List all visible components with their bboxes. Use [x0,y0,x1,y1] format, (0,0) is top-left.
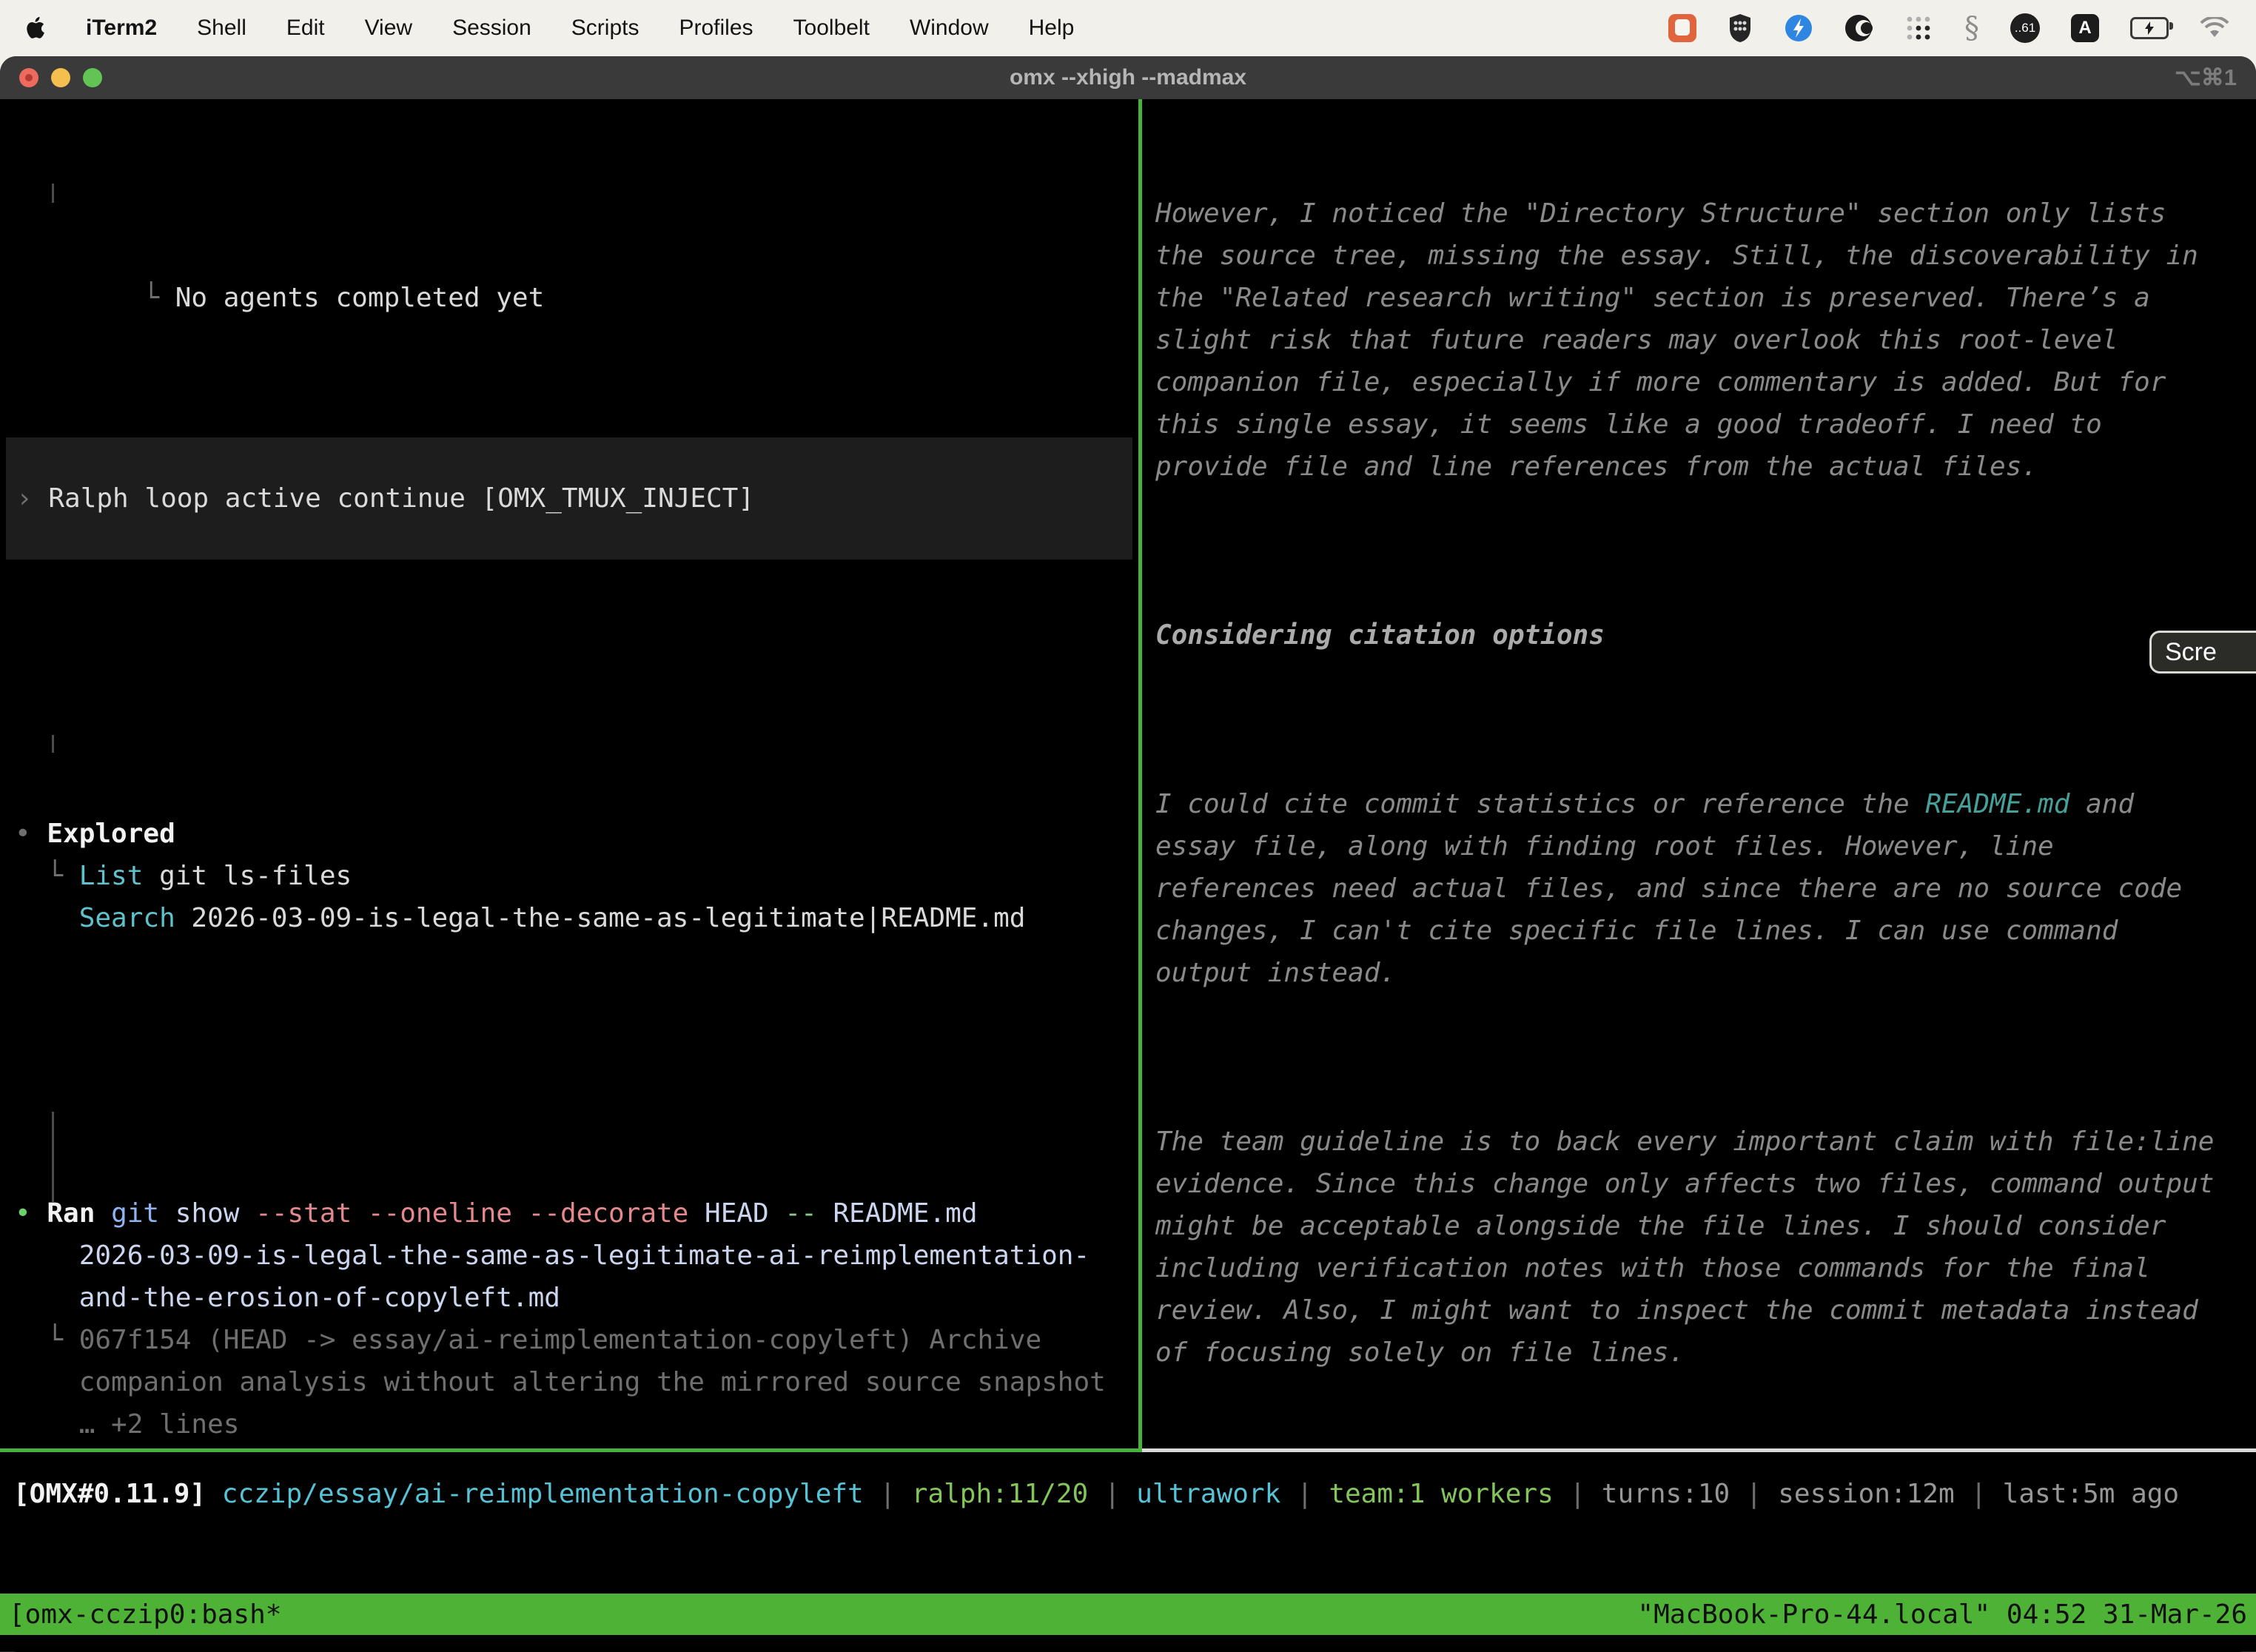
reasoning-paragraph-1: However, I noticed the "Directory Struct… [1155,192,2256,488]
omx-status-bar: [OMX#0.11.9] cczip/essay/ai-reimplementa… [0,1452,2256,1515]
git-show-command-block: • Ran git show --stat --oneline --decora… [15,1066,1138,1452]
menu-item-profiles[interactable]: Profiles [679,16,753,41]
menu-status-icons: § ..61 A [1668,13,2229,43]
reasoning-heading: Considering citation options [1155,614,2256,657]
tree-line [52,735,54,753]
menu-item-toolbelt[interactable]: Toolbelt [793,16,870,41]
reasoning-paragraph-3: The team guideline is to back every impo… [1155,1121,2256,1374]
iterm-window: omx --xhigh --madmax ⌥⌘1 └ No agents com… [0,56,2256,1652]
title-bar[interactable]: omx --xhigh --madmax ⌥⌘1 [0,56,2256,99]
tree-line [52,184,54,203]
lightning-badge-icon[interactable] [1784,13,1813,43]
tree-line [52,1112,54,1202]
window-shortcut-hint: ⌥⌘1 [2175,64,2237,91]
tmux-panes: └ No agents completed yet › Ralph loop a… [0,99,2256,1452]
input-source-icon[interactable]: A [2071,14,2099,42]
screen-overlay-chip[interactable]: Scre [2149,631,2256,674]
hook-icon[interactable]: § [1964,13,1979,43]
menu-item-help[interactable]: Help [1029,16,1075,41]
tmux-status-bar: [omx-cczip0:bash* "MacBook-Pro-44.local"… [0,1594,2256,1635]
menu-item-shell[interactable]: Shell [197,16,246,41]
explored-section: • Explored └ List git ls-files Search 20… [15,686,1138,939]
chat-bubble-icon[interactable] [1668,14,1696,42]
menu-items: iTerm2 Shell Edit View Session Scripts P… [27,16,1074,41]
window-title: omx --xhigh --madmax [0,65,2256,90]
menu-bar: iTerm2 Shell Edit View Session Scripts P… [0,0,2256,56]
ralph-loop-banner: › Ralph loop active continue [OMX_TMUX_I… [6,437,1132,560]
battery-icon[interactable] [2130,17,2169,39]
pie-circle-icon[interactable] [1844,14,1873,42]
menu-item-scripts[interactable]: Scripts [571,16,639,41]
reasoning-paragraph-2: I could cite commit statistics or refere… [1155,783,2256,994]
tmux-host-clock: "MacBook-Pro-44.local" 04:52 31-Mar-26 [1637,1594,2247,1636]
menu-item-edit[interactable]: Edit [286,16,325,41]
shield-icon[interactable] [1728,13,1753,43]
menu-item-window[interactable]: Window [910,16,989,41]
usage-badge-icon[interactable]: ..61 [2010,13,2040,43]
wifi-icon[interactable] [2200,17,2229,39]
bottom-region: [OMX#0.11.9] cczip/essay/ai-reimplementa… [0,1452,2256,1652]
agents-status-line: └ No agents completed yet [15,192,1138,319]
terminal-pane-right[interactable]: However, I noticed the "Directory Struct… [1142,99,2256,1452]
terminal-pane-left[interactable]: └ No agents completed yet › Ralph loop a… [0,99,1138,1452]
tmux-window-label[interactable]: [omx-cczip0:bash* [9,1594,281,1636]
dots-grid-icon[interactable] [1904,13,1933,43]
menu-item-session[interactable]: Session [452,16,531,41]
menu-item-app[interactable]: iTerm2 [86,16,157,41]
apple-menu-icon[interactable] [27,16,46,40]
menu-item-view[interactable]: View [365,16,412,41]
